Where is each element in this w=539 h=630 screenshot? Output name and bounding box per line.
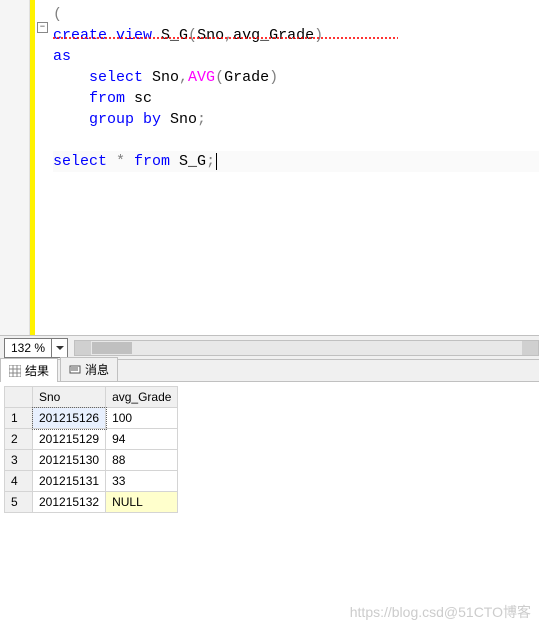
tab-results[interactable]: 结果 — [0, 358, 58, 382]
horizontal-scrollbar[interactable] — [74, 340, 539, 356]
zoom-value: 132 % — [5, 341, 51, 355]
tab-messages[interactable]: 消息 — [60, 357, 118, 381]
scroll-left-button[interactable] — [75, 341, 91, 355]
tab-messages-label: 消息 — [85, 361, 109, 378]
cell-sno[interactable]: 201215131 — [33, 471, 106, 492]
row-number[interactable]: 3 — [5, 450, 33, 471]
cell-sno[interactable]: 201215130 — [33, 450, 106, 471]
scroll-right-button[interactable] — [522, 341, 538, 355]
fold-gutter: − — [35, 0, 53, 335]
chevron-down-icon — [56, 346, 64, 350]
code-line[interactable]: ( — [53, 4, 539, 25]
column-header-sno[interactable]: Sno — [33, 387, 106, 408]
cell-avg-grade[interactable]: 100 — [106, 408, 178, 429]
code-line[interactable] — [53, 130, 539, 151]
table-row[interactable]: 1 201215126 100 — [5, 408, 178, 429]
table-row[interactable]: 4 201215131 33 — [5, 471, 178, 492]
error-squiggle — [53, 37, 398, 39]
corner-cell[interactable] — [5, 387, 33, 408]
code-content[interactable]: ( create view S_G(Sno,avg_Grade) as sele… — [53, 0, 539, 335]
code-line[interactable]: as — [53, 46, 539, 67]
cell-sno[interactable]: 201215132 — [33, 492, 106, 513]
grid-icon — [9, 365, 21, 377]
row-number[interactable]: 2 — [5, 429, 33, 450]
editor-gutter — [0, 0, 30, 335]
cell-sno[interactable]: 201215126 — [33, 408, 106, 429]
results-table[interactable]: Sno avg_Grade 1 201215126 100 2 20121512… — [4, 386, 178, 513]
cell-avg-grade[interactable]: 94 — [106, 429, 178, 450]
zoom-dropdown[interactable]: 132 % — [4, 338, 68, 358]
code-editor[interactable]: − ( create view S_G(Sno,avg_Grade) as se… — [0, 0, 539, 335]
table-row[interactable]: 2 201215129 94 — [5, 429, 178, 450]
table-row[interactable]: 3 201215130 88 — [5, 450, 178, 471]
row-number[interactable]: 5 — [5, 492, 33, 513]
code-line[interactable]: select Sno,AVG(Grade) — [53, 67, 539, 88]
cell-avg-grade[interactable]: 33 — [106, 471, 178, 492]
cell-avg-grade-null[interactable]: NULL — [106, 492, 178, 513]
messages-icon — [69, 364, 81, 376]
code-line[interactable]: from sc — [53, 88, 539, 109]
row-number[interactable]: 1 — [5, 408, 33, 429]
text-caret — [216, 153, 217, 170]
code-line[interactable]: select * from S_G; — [53, 151, 539, 172]
fold-collapse-icon[interactable]: − — [37, 22, 48, 33]
scroll-thumb[interactable] — [92, 342, 132, 354]
table-header-row: Sno avg_Grade — [5, 387, 178, 408]
zoom-dropdown-button[interactable] — [51, 339, 67, 357]
table-row[interactable]: 5 201215132 NULL — [5, 492, 178, 513]
code-line[interactable]: group by Sno; — [53, 109, 539, 130]
cell-avg-grade[interactable]: 88 — [106, 450, 178, 471]
column-header-avg-grade[interactable]: avg_Grade — [106, 387, 178, 408]
tab-results-label: 结果 — [25, 362, 49, 379]
code-line[interactable]: create view S_G(Sno,avg_Grade) — [53, 25, 539, 46]
cell-sno[interactable]: 201215129 — [33, 429, 106, 450]
results-panel: Sno avg_Grade 1 201215126 100 2 20121512… — [0, 382, 539, 517]
watermark-text: https://blog.csd@51CTO博客 — [350, 602, 531, 622]
results-tabs: 结果 消息 — [0, 360, 539, 382]
row-number[interactable]: 4 — [5, 471, 33, 492]
